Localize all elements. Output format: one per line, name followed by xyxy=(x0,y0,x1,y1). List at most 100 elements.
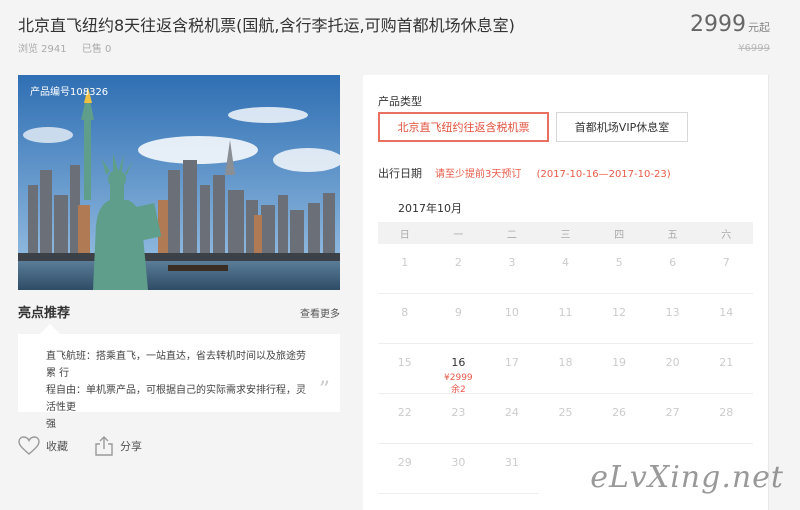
month-tab[interactable]: 2017年10月 xyxy=(391,200,469,224)
price-box: 2999 元起 ¥6999 xyxy=(690,12,770,54)
calendar-day: 6 xyxy=(645,244,700,294)
weekday-label: 日 xyxy=(399,229,410,241)
day-number: 10 xyxy=(504,306,519,319)
highlights-title: 亮点推荐 xyxy=(18,306,71,321)
calendar-day: 3 xyxy=(485,244,539,294)
day-number: 2 xyxy=(454,256,462,269)
calendar-day: 17 xyxy=(485,344,539,394)
calendar-grid: 1 2 3 4 5 6 7 8 9 10 11 12 13 14 15 16 ¥2999 余2 17 18 19 20 21… xyxy=(378,244,753,494)
calendar-day: 5 xyxy=(592,244,646,294)
calendar-day: 9 xyxy=(431,294,486,344)
day-number: 11 xyxy=(558,306,573,319)
sold-count: 已售 0 xyxy=(81,44,112,55)
view-count: 浏览 2941 xyxy=(18,44,67,55)
day-number: 29 xyxy=(397,456,412,469)
day-number: 20 xyxy=(665,356,680,369)
day-number: 16 xyxy=(451,356,466,369)
calendar-day: 29 xyxy=(378,444,432,494)
weekday-label: 三 xyxy=(560,229,571,241)
calendar-day: 23 xyxy=(431,394,486,444)
calendar-day: 30 xyxy=(431,444,486,494)
day-number: 17 xyxy=(504,356,519,369)
calendar-day: 18 xyxy=(538,344,593,394)
price-unit: 元起 xyxy=(748,21,770,34)
calendar-day: 12 xyxy=(592,294,646,344)
calendar-day: 13 xyxy=(645,294,700,344)
share-button[interactable]: 分享 xyxy=(94,436,142,456)
calendar-day: 22 xyxy=(378,394,432,444)
travel-date-label: 出行日期 xyxy=(378,167,422,180)
day-number: 30 xyxy=(451,456,466,469)
product-meta: 浏览 2941 已售 0 xyxy=(18,40,123,55)
favorite-button[interactable]: 收藏 xyxy=(18,436,68,456)
highlights-content: 直飞航班：搭乘直飞，一站直达，省去转机时间以及旅途劳累 行 程自由：单机票产品，… xyxy=(18,324,340,430)
callout-arrow xyxy=(40,324,60,334)
share-icon xyxy=(95,436,113,456)
type-option-vip-lounge[interactable]: 首都机场VIP休息室 xyxy=(556,112,688,142)
weekday-label: 一 xyxy=(453,229,464,241)
calendar-day: 1 xyxy=(378,244,432,294)
booking-panel: 产品类型 北京直飞纽约往返含税机票 首都机场VIP休息室 出行日期 请至少提前3… xyxy=(363,75,769,510)
calendar-day: 19 xyxy=(592,344,646,394)
price-value: 2999 xyxy=(690,12,746,37)
day-number: 18 xyxy=(558,356,573,369)
day-number: 31 xyxy=(504,456,519,469)
calendar-day-available[interactable]: 16 ¥2999 余2 xyxy=(431,344,486,395)
day-number: 3 xyxy=(508,256,516,269)
type-option-flight[interactable]: 北京直飞纽约往返含税机票 xyxy=(378,112,549,142)
calendar-day: 20 xyxy=(645,344,700,394)
day-number: 19 xyxy=(612,356,627,369)
day-number: 13 xyxy=(665,306,680,319)
weekday-label: 六 xyxy=(721,229,732,241)
calendar-day: 25 xyxy=(538,394,593,444)
day-number: 22 xyxy=(397,406,412,419)
calendar-day: 14 xyxy=(699,294,753,344)
heart-icon xyxy=(18,436,40,455)
day-number: 7 xyxy=(722,256,730,269)
day-number: 25 xyxy=(558,406,573,419)
product-title: 北京直飞纽约8天往返含税机票(国航,含行李托运,可购首都机场休息室) xyxy=(18,16,515,35)
day-number: 28 xyxy=(719,406,734,419)
advance-note: 请至少提前3天预订 xyxy=(435,169,522,180)
highlights-header: 亮点推荐 查看更多 xyxy=(18,302,340,321)
day-number: 24 xyxy=(504,406,519,419)
day-number: 12 xyxy=(612,306,627,319)
date-range: (2017-10-16—2017-10-23) xyxy=(536,169,671,180)
weekday-label: 五 xyxy=(667,229,678,241)
calendar-day: 7 xyxy=(699,244,753,294)
product-id-label: 产品编号108326 xyxy=(30,87,109,98)
highlight-line-1: 直飞航班：搭乘直飞，一站直达，省去转机时间以及旅途劳累 行 xyxy=(46,351,306,379)
original-price: ¥6999 xyxy=(738,43,770,54)
day-number: 14 xyxy=(719,306,734,319)
day-number: 1 xyxy=(401,256,409,269)
calendar-day: 8 xyxy=(378,294,432,344)
product-type-label: 产品类型 xyxy=(378,95,422,108)
day-number: 15 xyxy=(397,356,412,369)
favorite-label: 收藏 xyxy=(46,440,68,453)
day-number: 8 xyxy=(401,306,409,319)
day-price: ¥2999 xyxy=(444,373,473,383)
date-hint: 请至少提前3天预订 (2017-10-16—2017-10-23) xyxy=(435,165,683,180)
day-number: 5 xyxy=(615,256,623,269)
calendar-day: 28 xyxy=(699,394,753,444)
calendar-day: 15 xyxy=(378,344,432,394)
weekday-label: 四 xyxy=(614,229,625,241)
quote-icon: ” xyxy=(318,378,330,403)
day-number: 6 xyxy=(669,256,677,269)
calendar-day: 24 xyxy=(485,394,539,444)
share-label: 分享 xyxy=(120,440,142,453)
watermark: eLvXing.net xyxy=(590,460,784,495)
day-number: 23 xyxy=(451,406,466,419)
calendar-day: 26 xyxy=(592,394,646,444)
day-number: 26 xyxy=(612,406,627,419)
weekday-label: 二 xyxy=(506,229,517,241)
see-more-link[interactable]: 查看更多 xyxy=(300,305,340,320)
calendar-day: 2 xyxy=(431,244,486,294)
day-number: 9 xyxy=(454,306,462,319)
day-number: 21 xyxy=(719,356,734,369)
calendar-day: 31 xyxy=(485,444,539,494)
day-number: 4 xyxy=(561,256,569,269)
day-number: 27 xyxy=(665,406,680,419)
product-photo: 产品编号108326 xyxy=(18,75,340,290)
weekday-header: 日一二三四五六 xyxy=(378,222,753,244)
